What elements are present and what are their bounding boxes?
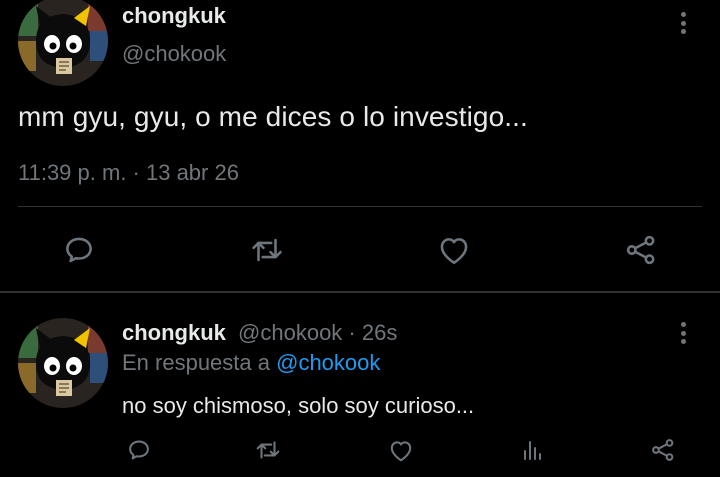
reply-text: no soy chismoso, solo soy curioso... [122,393,475,418]
views-icon[interactable] [518,436,546,464]
reply-icon[interactable] [124,436,154,464]
like-icon[interactable] [435,232,473,268]
reply-avatar[interactable] [18,318,108,408]
tweet-text: mm gyu, gyu, o me dices o lo investigo..… [18,101,528,132]
tweet-timestamp[interactable]: 11:39 p. m. · 13 abr 26 [18,160,239,186]
share-icon[interactable] [648,436,678,464]
retweet-icon[interactable] [252,436,284,464]
reply-time-ago: 26s [361,320,398,345]
replying-to-mention[interactable]: @chokook [276,350,380,375]
main-tweet: chongkuk @chokook mm gyu, gyu, o me dice… [0,0,720,291]
replying-to-prefix: En respuesta a [122,350,277,375]
thread-divider [0,291,720,293]
avatar-image [18,0,108,86]
more-options-icon[interactable] [673,10,693,36]
reply-handle[interactable]: @chokook [238,320,342,345]
reply-separator: · [342,320,362,345]
tweet-thread-screen: chongkuk @chokook mm gyu, gyu, o me dice… [0,0,720,477]
more-options-icon[interactable] [673,320,693,346]
user-handle[interactable]: @chokook [122,41,226,67]
retweet-icon[interactable] [246,232,288,268]
reply-header: chongkuk @chokook · 26s [122,320,397,346]
reply-icon[interactable] [60,232,98,268]
divider [18,206,702,207]
display-name[interactable]: chongkuk [122,3,226,29]
avatar[interactable] [18,0,108,86]
like-icon[interactable] [386,436,416,464]
avatar-image [18,318,108,408]
reply-display-name[interactable]: chongkuk [122,320,226,345]
share-icon[interactable] [622,232,660,268]
replying-to: En respuesta a @chokook [122,350,380,376]
